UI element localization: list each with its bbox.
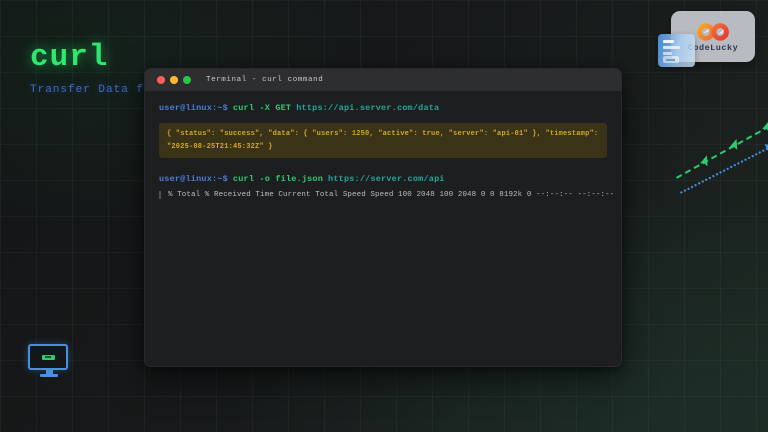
shell-prompt: user@linux:~$ — [159, 103, 228, 113]
monitor-screen — [28, 344, 68, 370]
paper-plane-icon — [760, 121, 768, 135]
paper-plane-icon — [728, 139, 742, 153]
command-line-2: user@linux:~$ curl -o file.json https://se… — [159, 174, 607, 184]
card-button — [663, 56, 679, 63]
monitor-icon — [28, 344, 70, 380]
card-line — [663, 52, 672, 55]
infinity-logo-icon — [695, 22, 731, 42]
progress-output: % Total % Received Time Current Total Sp… — [159, 191, 607, 199]
browser-card-icon — [658, 34, 695, 67]
terminal-titlebar[interactable]: Terminal - curl command — [145, 69, 621, 91]
arrowhead-icon — [765, 140, 768, 153]
curl-command: curl -o file.json — [233, 174, 323, 184]
terminal-body[interactable]: user@linux:~$ curl -X GET https://api.serv… — [145, 91, 621, 211]
brand-name: CodeLucky — [688, 43, 738, 53]
window-title: Terminal - curl command — [206, 76, 323, 84]
request-url: https://api.server.com/data — [296, 103, 439, 113]
request-url: https://server.com/api — [328, 174, 445, 184]
close-button[interactable] — [157, 76, 165, 84]
json-response-output: { "status": "success", "data": { "users"… — [159, 123, 607, 158]
terminal-cursor-glyph — [42, 355, 55, 360]
shell-prompt: user@linux:~$ — [159, 174, 228, 184]
monitor-base — [40, 374, 58, 377]
card-line — [663, 46, 680, 49]
terminal-window: Terminal - curl command user@linux:~$ cur… — [144, 68, 622, 367]
paper-plane-icon — [698, 155, 712, 169]
curl-command: curl -X GET — [233, 103, 291, 113]
background: curl Transfer Data from Terminal - curl … — [0, 0, 768, 432]
command-line-1: user@linux:~$ curl -X GET https://api.serv… — [159, 103, 607, 113]
card-line — [663, 40, 674, 43]
maximize-button[interactable] — [183, 76, 191, 84]
minimize-button[interactable] — [170, 76, 178, 84]
